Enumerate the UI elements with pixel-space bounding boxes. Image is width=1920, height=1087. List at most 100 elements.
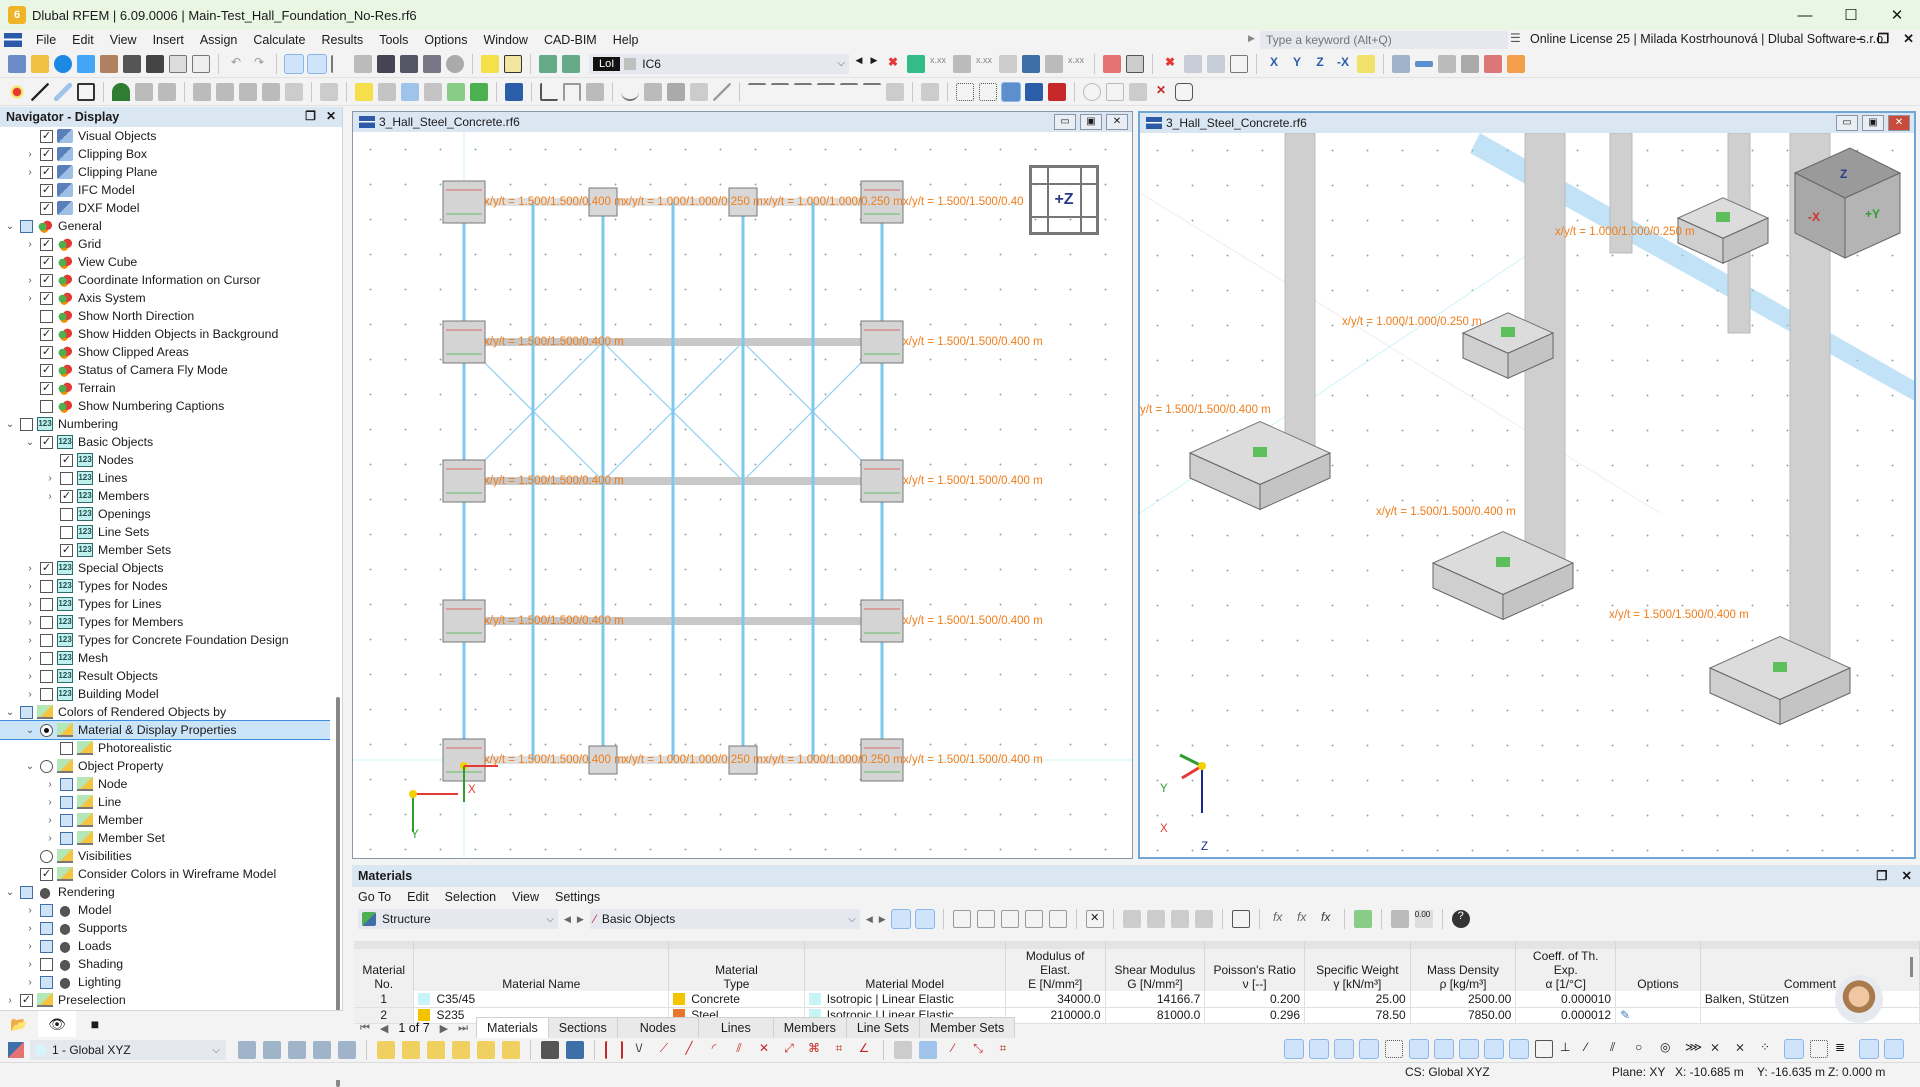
- select-node-icon[interactable]: [377, 1041, 395, 1059]
- arrow-icon[interactable]: [644, 82, 662, 101]
- center-icon[interactable]: ◎: [1660, 1040, 1678, 1058]
- expand-icon[interactable]: ›: [24, 941, 36, 952]
- nav-item-types-for-members[interactable]: › 123 Types for Members: [0, 613, 330, 631]
- import-icon[interactable]: [1122, 910, 1141, 928]
- nav-item-mesh[interactable]: › 123 Mesh: [0, 649, 330, 667]
- extension-icon[interactable]: ⋙: [1685, 1040, 1703, 1058]
- measure-icon[interactable]: [713, 82, 731, 101]
- keyword-search-input[interactable]: [1260, 31, 1508, 49]
- nav-item-types-for-concrete-foundation-design[interactable]: › 123 Types for Concrete Foundation Design: [0, 631, 330, 649]
- view-z-icon[interactable]: Z: [1311, 55, 1329, 73]
- nav-item-object-property[interactable]: ⌄ Object Property: [0, 757, 330, 775]
- grid-icon[interactable]: [956, 82, 974, 101]
- checkbox[interactable]: [20, 885, 33, 899]
- select-dim-icon[interactable]: [427, 1041, 445, 1059]
- radio-button[interactable]: [40, 759, 53, 773]
- checkbox[interactable]: [60, 471, 73, 485]
- formula-edit-icon[interactable]: fx: [1293, 910, 1311, 928]
- angle-icon[interactable]: ∠: [855, 1041, 873, 1059]
- view-3d-icon[interactable]: [238, 1041, 256, 1059]
- dim-3-icon[interactable]: [794, 82, 812, 101]
- nav-item-openings[interactable]: 123 Openings: [0, 505, 330, 523]
- table-icon-3[interactable]: [1000, 910, 1019, 928]
- load-case-select[interactable]: LoI IC6 ⌵: [589, 53, 849, 74]
- checkbox[interactable]: [40, 309, 53, 323]
- checkbox[interactable]: ✓: [40, 345, 53, 359]
- midpoint-icon[interactable]: ⨯: [1735, 1040, 1753, 1058]
- numbering-values-icon[interactable]: x.xx: [930, 55, 948, 73]
- nav-item-axis-system[interactable]: › ✓ Axis System: [0, 289, 330, 307]
- view-x-icon[interactable]: X: [1265, 55, 1283, 73]
- result-diagram-icon[interactable]: [331, 54, 349, 73]
- checkbox[interactable]: [60, 795, 73, 809]
- panel-icon[interactable]: [354, 54, 372, 73]
- new-node-icon[interactable]: [8, 82, 26, 101]
- column-header[interactable]: Material Name: [413, 949, 670, 991]
- expand-icon[interactable]: ›: [44, 491, 56, 502]
- solid-tool-icon[interactable]: [193, 82, 211, 101]
- checkbox[interactable]: [40, 921, 53, 935]
- checkbox[interactable]: [40, 939, 53, 953]
- table-view-icon[interactable]: [952, 910, 971, 928]
- nav-item-node[interactable]: › Node: [0, 775, 330, 793]
- undo-icon[interactable]: ↶: [227, 55, 245, 73]
- viewport-right[interactable]: 3_Hall_Steel_Concrete.rf6 ▭ ▣ ✕ Z -X +Y x/…: [1138, 111, 1916, 859]
- solid-icon[interactable]: [999, 54, 1017, 73]
- tab-member-sets[interactable]: Member Sets: [918, 1017, 1016, 1039]
- expand-icon[interactable]: ›: [24, 959, 36, 970]
- tab-members[interactable]: Members: [772, 1017, 847, 1039]
- navigator-display-tab-icon[interactable]: 👁: [38, 1011, 76, 1037]
- join-icon[interactable]: ⌗: [830, 1041, 848, 1059]
- expand-icon[interactable]: ›: [4, 995, 16, 1006]
- expand-icon[interactable]: ›: [24, 167, 36, 178]
- nav-item-member-set[interactable]: › Member Set: [0, 829, 330, 847]
- checkbox[interactable]: [40, 615, 53, 629]
- next-object-button[interactable]: ▶: [879, 914, 886, 925]
- cell-comment[interactable]: Balken, Stützen: [1700, 991, 1920, 1008]
- column-header[interactable]: Comment: [1700, 949, 1920, 991]
- checkbox[interactable]: ✓: [20, 993, 33, 1007]
- mdi-minimize-button[interactable]: –: [1856, 31, 1863, 47]
- nav-item-clipping-box[interactable]: › ✓ Clipping Box: [0, 145, 330, 163]
- nav-item-grid[interactable]: › ✓ Grid: [0, 235, 330, 253]
- magnet-grid-icon[interactable]: [1434, 1039, 1454, 1059]
- nav-item-preselection[interactable]: › ✓ Preselection: [0, 991, 330, 1009]
- viewport-right-canvas[interactable]: Z -X +Y x/y/t = 1.000/1.000/0.250 m x/y/t =…: [1140, 133, 1914, 857]
- mdi-restore-button[interactable]: ❐: [1877, 31, 1889, 47]
- menu-assign[interactable]: Assign: [192, 33, 246, 47]
- section-icon[interactable]: [239, 82, 257, 101]
- parallel-icon[interactable]: ⫽: [730, 1041, 748, 1059]
- expand-icon[interactable]: ›: [44, 473, 56, 484]
- expand-icon[interactable]: ›: [24, 617, 36, 628]
- render-color-icon[interactable]: [1025, 82, 1043, 101]
- move-icon[interactable]: [541, 1041, 559, 1059]
- cell-type[interactable]: Concrete: [668, 991, 805, 1008]
- show-values-icon[interactable]: [907, 54, 925, 73]
- sync-view-icon[interactable]: [914, 909, 935, 929]
- connect-icon[interactable]: ⌘: [805, 1041, 823, 1059]
- tab-lines[interactable]: Lines: [697, 1017, 774, 1039]
- checkbox[interactable]: [60, 741, 73, 755]
- cross-box-2-icon[interactable]: [1535, 1040, 1553, 1058]
- nav-item-consider-colors-in-wireframe-model[interactable]: ✓ Consider Colors in Wireframe Model: [0, 865, 330, 883]
- nav-item-show-north-direction[interactable]: Show North Direction: [0, 307, 330, 325]
- mesh-icon[interactable]: [1022, 54, 1040, 73]
- viewport-left-canvas[interactable]: +Z x/y/t = 1.500/1.500/0.400 m x/y/t = 1.…: [353, 132, 1132, 858]
- new-support-icon[interactable]: [112, 82, 130, 101]
- select-figure-icon[interactable]: [477, 1041, 495, 1059]
- view-side-icon[interactable]: [288, 1041, 306, 1059]
- render-red-icon[interactable]: [1048, 82, 1066, 101]
- expand-icon[interactable]: ›: [24, 599, 36, 610]
- expand-icon[interactable]: ›: [44, 815, 56, 826]
- collapse-icon[interactable]: ⌄: [24, 761, 36, 772]
- dot-grid-icon[interactable]: [1784, 1039, 1804, 1059]
- cell-no[interactable]: 1: [354, 991, 415, 1008]
- checkbox[interactable]: [40, 669, 53, 683]
- print-table-icon[interactable]: [1390, 910, 1409, 928]
- navigator-float-button[interactable]: ❐: [305, 109, 316, 123]
- nearest-icon[interactable]: ⁘: [1760, 1040, 1778, 1058]
- column-header[interactable]: Mass Density ρ [kg/m³]: [1410, 949, 1517, 991]
- tab-line-sets[interactable]: Line Sets: [845, 1017, 920, 1039]
- menu-cad-bim[interactable]: CAD-BIM: [536, 33, 605, 47]
- column-icon[interactable]: [285, 82, 303, 101]
